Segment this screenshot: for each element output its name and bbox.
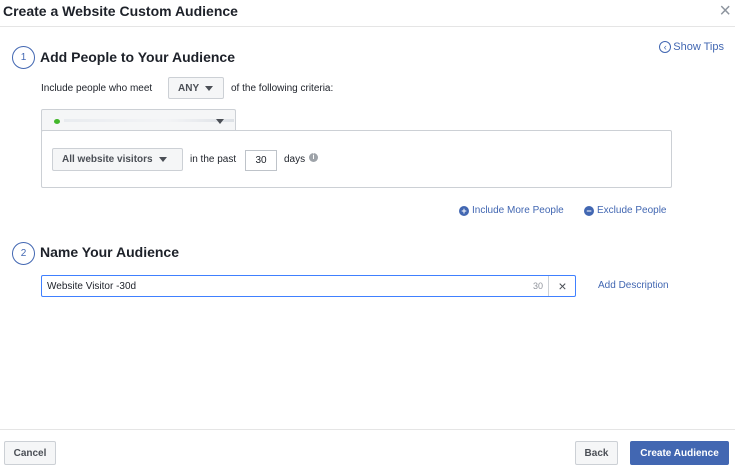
show-tips-link[interactable]: ‹ Show Tips (659, 41, 724, 53)
caret-down-icon (205, 85, 214, 91)
step-2-number: 2 (12, 242, 35, 265)
include-prefix-text: Include people who meet (41, 83, 153, 94)
dialog-footer: Cancel Back Create Audience (0, 429, 735, 471)
step-1-number: 1 (12, 46, 35, 69)
include-suffix-text: of the following criteria: (231, 83, 334, 94)
include-more-label: Include More People (472, 205, 564, 216)
pixel-status-dot (54, 119, 60, 124)
match-type-value: ANY (178, 82, 200, 94)
include-more-people-link[interactable]: + Include More People (459, 205, 564, 216)
audience-name-input[interactable] (42, 276, 532, 296)
dialog-title: Create a Website Custom Audience (3, 3, 238, 19)
redacted-pixel-name (64, 119, 234, 122)
visitors-dropdown[interactable]: All website visitors (52, 148, 183, 171)
back-button[interactable]: Back (575, 441, 618, 465)
close-icon[interactable]: × (719, 0, 731, 22)
show-tips-label: Show Tips (673, 41, 724, 53)
exclude-label: Exclude People (597, 205, 667, 216)
chevron-left-icon: ‹ (659, 41, 672, 53)
visitors-option: All website visitors (62, 154, 153, 165)
cancel-button[interactable]: Cancel (4, 441, 56, 465)
in-the-past-text: in the past (190, 154, 237, 165)
audience-name-field: 30 × (41, 275, 576, 297)
clear-icon[interactable]: × (548, 276, 576, 296)
create-audience-button[interactable]: Create Audience (630, 441, 729, 465)
info-icon[interactable]: i (309, 153, 318, 162)
retention-days-input[interactable] (245, 150, 277, 171)
dialog-header: Create a Website Custom Audience × (0, 0, 735, 27)
caret-down-icon (216, 119, 224, 124)
caret-down-icon (158, 157, 167, 162)
minus-circle-icon: − (584, 205, 594, 216)
step-1-title: Add People to Your Audience (40, 49, 235, 65)
step-2-title: Name Your Audience (40, 244, 180, 260)
match-type-dropdown[interactable]: ANY (168, 77, 224, 99)
pixel-source-dropdown[interactable] (41, 109, 236, 131)
plus-circle-icon: + (459, 205, 469, 216)
exclude-people-link[interactable]: − Exclude People (584, 205, 667, 216)
days-label: days (284, 154, 306, 165)
add-description-link[interactable]: Add Description (598, 280, 669, 291)
char-count: 30 (533, 281, 544, 291)
